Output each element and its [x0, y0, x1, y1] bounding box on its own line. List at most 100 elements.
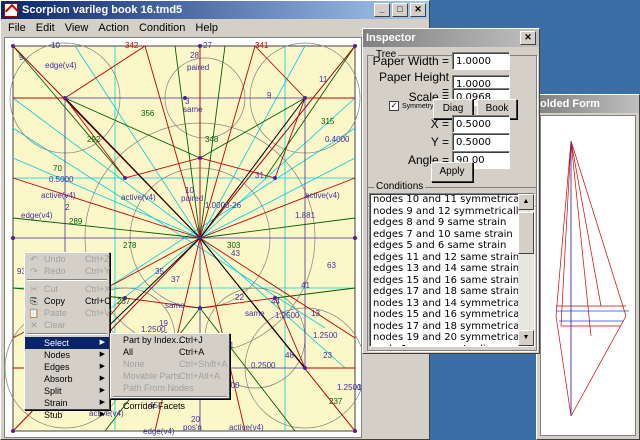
window-title: Scorpion varileg book 16.tmd5: [22, 4, 183, 16]
menu-file[interactable]: File: [3, 22, 31, 34]
context-menu-item-edges[interactable]: Edges ▶: [25, 361, 109, 373]
scroll-down-icon[interactable]: ▼: [518, 330, 534, 346]
submenu-item[interactable]: None Ctrl+Shift+A: [111, 358, 229, 370]
paper-width-row: Paper Width =: [371, 52, 510, 70]
main-titlebar[interactable]: Scorpion varileg book 16.tmd5 _ □ ✕: [1, 1, 429, 19]
svg-text:2: 2: [65, 203, 70, 212]
condition-item[interactable]: nodes 10 and 11 symmetrically paired: [370, 194, 534, 206]
svg-text:9: 9: [267, 91, 272, 100]
context-menu-label: Clear: [44, 320, 66, 330]
menu-view[interactable]: View: [60, 22, 94, 34]
svg-text:same: same: [245, 309, 265, 318]
x-field[interactable]: [452, 115, 510, 133]
condition-item[interactable]: nodes 19 and 20 symmetrically paired: [370, 332, 534, 344]
menu-edit[interactable]: Edit: [31, 22, 60, 34]
redo-icon: ↷: [30, 266, 38, 276]
svg-text:1.0000-26: 1.0000-26: [205, 201, 242, 210]
context-menu-item-nodes[interactable]: Nodes ▶: [25, 349, 109, 361]
scroll-up-icon[interactable]: ▲: [518, 194, 534, 210]
context-menu-item-absorb[interactable]: Absorb ▶: [25, 373, 109, 385]
submenu-arrow-icon: ▶: [99, 363, 105, 370]
svg-text:289: 289: [69, 217, 83, 226]
context-menu-item-split[interactable]: Split ▶: [25, 385, 109, 397]
submenu-item[interactable]: Part by Index... Ctrl+J: [111, 334, 229, 346]
submenu-arrow-icon: ▶: [99, 399, 105, 406]
context-menu-item-stub[interactable]: Stub ▶: [25, 409, 109, 421]
condition-item[interactable]: nodes 15 and 16 symmetrically paired: [370, 309, 534, 321]
y-field[interactable]: [452, 133, 510, 151]
svg-text:37: 37: [171, 275, 180, 284]
context-menu-item-cut[interactable]: ✂ Cut Ctrl+X: [25, 283, 110, 295]
condition-item[interactable]: edges 7 and 10 same strain: [370, 229, 534, 241]
submenu-item[interactable]: Corridor Facets: [111, 400, 229, 412]
context-menu-item-undo[interactable]: ↶ Undo Ctrl+Z: [25, 253, 110, 265]
symmetry-checkbox[interactable]: ✓: [389, 101, 399, 111]
svg-text:48: 48: [285, 351, 294, 360]
close-icon[interactable]: ✕: [410, 3, 426, 17]
svg-text:11: 11: [319, 75, 328, 84]
clear-icon: ✕: [30, 320, 38, 330]
context-menu-item-strain[interactable]: Strain ▶: [25, 397, 109, 409]
conditions-group-label: Conditions: [374, 181, 426, 192]
shortcut-label: Ctrl+Shift+A: [179, 359, 228, 369]
condition-item[interactable]: node 1 on symmetry line: [370, 344, 534, 347]
shortcut-label: Ctrl+Alt+A: [179, 371, 221, 381]
y-row: Y =: [371, 133, 510, 151]
svg-text:43: 43: [231, 249, 240, 258]
svg-text:31: 31: [255, 171, 264, 180]
svg-text:278: 278: [123, 241, 137, 250]
svg-text:0.2500: 0.2500: [251, 361, 276, 370]
context-menu-item-redo[interactable]: ↷ Redo Ctrl+Y: [25, 265, 110, 277]
x-label: X =: [430, 117, 449, 131]
inspector-titlebar[interactable]: Inspector ✕: [363, 29, 539, 47]
menu-help[interactable]: Help: [190, 22, 223, 34]
submenu-arrow-icon: ▶: [99, 339, 105, 346]
svg-text:0.5000: 0.5000: [49, 175, 74, 184]
submenu-arrow-icon: ▶: [99, 411, 105, 418]
menu-condition[interactable]: Condition: [134, 22, 190, 34]
svg-text:27: 27: [203, 41, 212, 50]
svg-text:35: 35: [155, 267, 164, 276]
scroll-thumb[interactable]: [518, 212, 534, 254]
condition-item[interactable]: edges 5 and 6 same strain: [370, 240, 534, 252]
condition-item[interactable]: edges 8 and 9 same strain: [370, 217, 534, 229]
submenu-item[interactable]: Path From Nodes: [111, 382, 229, 394]
minimize-icon[interactable]: _: [374, 3, 390, 17]
context-menu-item-paste[interactable]: 📋 Paste Ctrl+V: [25, 307, 110, 319]
apply-button[interactable]: Apply: [431, 162, 473, 182]
symmetry-label: Symmetry: [402, 102, 434, 110]
condition-item[interactable]: edges 15 and 16 same strain: [370, 275, 534, 287]
conditions-list[interactable]: nodes 10 and 11 symmetrically pairednode…: [369, 193, 535, 347]
svg-text:edge(v4): edge(v4): [21, 211, 53, 220]
close-icon[interactable]: ✕: [520, 31, 536, 45]
svg-text:348: 348: [205, 135, 219, 144]
paper-width-field[interactable]: [452, 52, 510, 70]
paste-icon: 📋: [28, 308, 40, 318]
cut-icon: ✂: [30, 284, 38, 294]
svg-text:1.2500: 1.2500: [275, 311, 300, 320]
submenu-item[interactable]: Movable Parts Ctrl+Alt+A: [111, 370, 229, 382]
app-icon: [4, 3, 18, 17]
context-menu-item-copy[interactable]: ⎘ Copy Ctrl+C: [25, 295, 110, 307]
symmetry-row: ✓ Symmetry: [389, 101, 434, 111]
inspector-window: Inspector ✕ Tree Paper Width = Paper Hei…: [362, 28, 540, 354]
svg-text:342: 342: [125, 41, 139, 50]
submenu-item[interactable]: All Ctrl+A: [111, 346, 229, 358]
condition-item[interactable]: nodes 9 and 12 symmetrically paired: [370, 206, 534, 218]
condition-item[interactable]: edges 11 and 12 same strain: [370, 252, 534, 264]
folded-titlebar[interactable]: olded Form: [537, 95, 639, 113]
svg-text:19: 19: [159, 319, 168, 328]
menu-action[interactable]: Action: [93, 22, 134, 34]
svg-text:341: 341: [255, 41, 269, 50]
condition-item[interactable]: nodes 17 and 18 symmetrically paired: [370, 321, 534, 333]
condition-item[interactable]: nodes 13 and 14 symmetrically paired: [370, 298, 534, 310]
submenu-label: Corridor Facets: [123, 401, 186, 411]
condition-item[interactable]: edges 13 and 14 same strain: [370, 263, 534, 275]
context-menu-item-clear[interactable]: ✕ Clear: [25, 319, 109, 331]
context-menu-item-select[interactable]: Select ▶: [25, 337, 109, 349]
folded-canvas[interactable]: [540, 115, 636, 436]
svg-text:44: 44: [271, 297, 280, 306]
maximize-icon[interactable]: □: [392, 3, 408, 17]
conditions-scrollbar[interactable]: ▲ ▼: [518, 194, 534, 346]
condition-item[interactable]: edges 17 and 18 same strain: [370, 286, 534, 298]
